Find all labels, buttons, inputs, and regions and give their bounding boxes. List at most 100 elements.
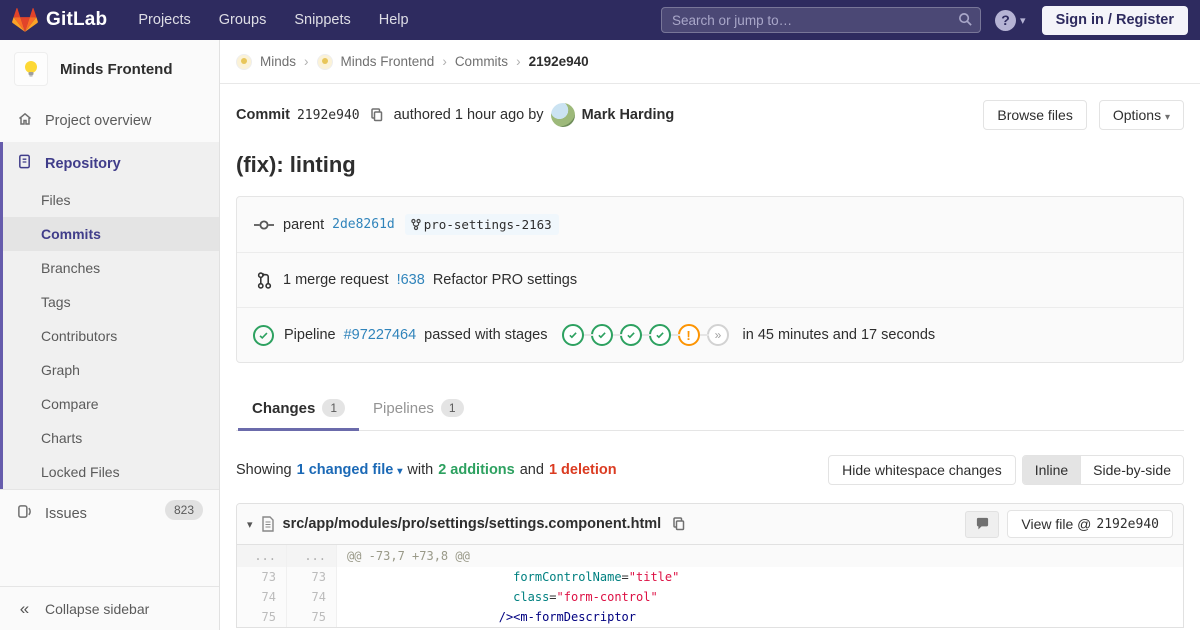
home-icon [16,111,33,131]
main-content: Minds › Minds Frontend › Commits › 2192e… [220,40,1200,630]
sidebar-item-compare[interactable]: Compare [3,387,219,421]
branch-icon [410,218,422,231]
author-avatar[interactable] [551,103,575,127]
breadcrumb-group[interactable]: Minds [260,54,296,69]
project-avatar-small [317,54,333,70]
toggle-comments-button[interactable] [965,511,999,538]
project-sidebar: Minds Frontend Project overview Reposito… [0,40,220,630]
diff-summary-row: Showing 1 changed file ▾ with 2 addition… [236,455,1184,485]
additions-count: 2 additions [438,462,515,478]
tab-pipelines[interactable]: Pipelines 1 [359,387,478,430]
chevron-down-icon: ▾ [1165,112,1170,123]
commit-label: Commit [236,107,290,123]
project-avatar [14,52,48,86]
old-line-number[interactable]: 73 [237,567,287,587]
options-button[interactable]: Options ▾ [1099,100,1184,130]
view-file-button[interactable]: View file @ 2192e940 [1007,510,1173,538]
pipeline-row: Pipeline #97227464 passed with stages ! … [237,307,1183,362]
hide-whitespace-button[interactable]: Hide whitespace changes [828,455,1016,485]
nav-projects[interactable]: Projects [127,6,201,34]
new-line-number[interactable]: 75 [287,607,337,627]
sidebar-item-locked-files[interactable]: Locked Files [3,455,219,489]
pipelines-count-badge: 1 [441,399,464,417]
diff-file: ▾ src/app/modules/pro/settings/settings.… [236,503,1184,628]
sidebar-item-label: Project overview [45,113,151,129]
sidebar-item-commits[interactable]: Commits [3,217,219,251]
sidebar-item-files[interactable]: Files [3,183,219,217]
sidebar-item-branches[interactable]: Branches [3,251,219,285]
sidebar-item-issues[interactable]: Issues 823 [0,489,219,537]
sidebar-item-contributors[interactable]: Contributors [3,319,219,353]
pipeline-label: Pipeline [284,327,336,343]
side-by-side-view-button[interactable]: Side-by-side [1080,456,1183,484]
commit-header-row: Commit 2192e940 authored 1 hour ago by M… [236,100,1184,130]
help-menu[interactable]: ? ▾ [995,10,1026,31]
stage-passed-icon[interactable] [562,324,584,346]
stage-skipped-icon[interactable]: » [707,324,729,346]
copy-sha-button[interactable] [367,107,387,123]
collapse-sidebar-button[interactable]: « Collapse sidebar [0,586,219,630]
parent-sha-link[interactable]: 2de8261d [332,217,395,232]
issues-icon [16,504,33,523]
showing-text: Showing [236,462,292,478]
diff-line: 73 73 formControlName="title" [237,567,1183,587]
gitlab-logo[interactable]: GitLab [12,7,107,33]
old-line-number[interactable]: 74 [237,587,287,607]
stage-passed-icon[interactable] [620,324,642,346]
code-line: formControlName="title" [337,567,1183,587]
pipeline-link[interactable]: #97227464 [344,327,417,343]
new-line-number[interactable]: 74 [287,587,337,607]
issues-count-badge: 823 [165,500,203,520]
breadcrumb-project[interactable]: Minds Frontend [341,54,435,69]
changed-files-dropdown[interactable]: 1 changed file ▾ [297,462,403,478]
deletions-count: 1 deletion [549,462,617,478]
search-icon[interactable] [958,12,973,30]
sidebar-item-graph[interactable]: Graph [3,353,219,387]
collapse-label: Collapse sidebar [45,601,149,617]
repository-subnav: Files Commits Branches Tags Contributors… [3,183,219,489]
group-avatar [236,54,252,70]
sidebar-item-charts[interactable]: Charts [3,421,219,455]
copy-path-button[interactable] [669,516,689,532]
collapse-diff-icon[interactable]: ▾ [247,518,253,531]
search-input[interactable] [661,7,981,33]
primary-nav: Projects Groups Snippets Help [127,6,419,34]
diff-line: 75 75 /><m-formDescriptor [237,607,1183,627]
pipeline-mini-graph: ! » [562,324,729,346]
breadcrumb-separator: › [304,54,309,69]
branch-ref-badge[interactable]: pro-settings-2163 [405,214,559,235]
pipeline-duration: in 45 minutes and 17 seconds [743,327,936,343]
project-header[interactable]: Minds Frontend [0,40,219,100]
sidebar-item-repository[interactable]: Repository [3,142,219,183]
chevron-down-icon: ▾ [397,466,402,477]
old-line-number[interactable]: 75 [237,607,287,627]
tab-changes[interactable]: Changes 1 [238,387,359,430]
stage-passed-icon[interactable] [649,324,671,346]
commit-sha: 2192e940 [297,108,360,123]
tanuki-icon [12,7,38,33]
collapse-icon: « [16,600,33,617]
nav-help[interactable]: Help [368,6,420,34]
merge-request-link[interactable]: !638 [397,272,425,288]
author-name[interactable]: Mark Harding [582,107,675,123]
hunk-header-row: ... ... @@ -73,7 +73,8 @@ [237,545,1183,567]
sign-in-button[interactable]: Sign in / Register [1042,6,1188,35]
file-path[interactable]: src/app/modules/pro/settings/settings.co… [283,516,662,532]
inline-view-button[interactable]: Inline [1023,456,1080,484]
search-box [661,7,981,33]
pipeline-status-passed-icon [253,325,274,346]
help-icon: ? [995,10,1016,31]
brand-wordmark: GitLab [46,9,107,31]
hunk-header-text: @@ -73,7 +73,8 @@ [337,545,1183,567]
stage-passed-icon[interactable] [591,324,613,346]
browse-files-button[interactable]: Browse files [983,100,1086,130]
breadcrumb: Minds › Minds Frontend › Commits › 2192e… [220,40,1200,84]
nav-groups[interactable]: Groups [208,6,278,34]
sidebar-item-project-overview[interactable]: Project overview [0,100,219,142]
sidebar-item-tags[interactable]: Tags [3,285,219,319]
comment-icon [975,517,990,531]
stage-warning-icon[interactable]: ! [678,324,700,346]
breadcrumb-commits[interactable]: Commits [455,54,508,69]
new-line-number[interactable]: 73 [287,567,337,587]
nav-snippets[interactable]: Snippets [283,6,361,34]
